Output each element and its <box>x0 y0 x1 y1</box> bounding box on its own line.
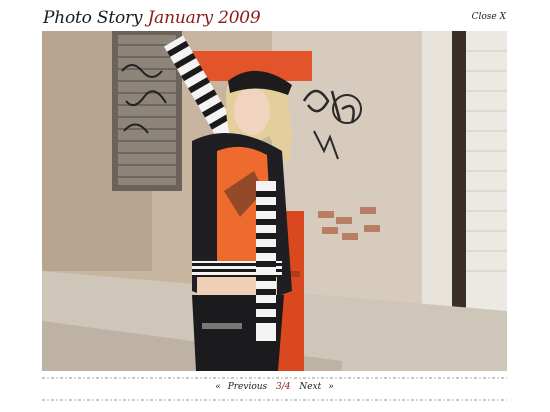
decorative-divider <box>42 377 507 379</box>
slideshow-nav: « Previous 3/4 Next » <box>42 373 507 403</box>
previous-button[interactable]: « Previous <box>211 382 274 392</box>
title-date: January 2009 <box>147 8 261 28</box>
next-button[interactable]: Next » <box>295 382 337 392</box>
slideshow-photo <box>42 31 507 371</box>
close-button[interactable]: Close X <box>472 12 506 22</box>
photo-illustration <box>42 31 507 371</box>
previous-label: Previous <box>227 382 268 392</box>
page-title: Photo Story January 2009 <box>43 8 261 28</box>
next-label: Next <box>299 382 322 392</box>
page-indicator: 3/4 <box>276 382 291 392</box>
decorative-divider <box>42 399 507 401</box>
previous-arrow-icon: « <box>215 382 221 392</box>
pagination: « Previous 3/4 Next » <box>42 382 507 392</box>
title-prefix: Photo Story <box>43 8 143 28</box>
next-arrow-icon: » <box>328 382 334 392</box>
